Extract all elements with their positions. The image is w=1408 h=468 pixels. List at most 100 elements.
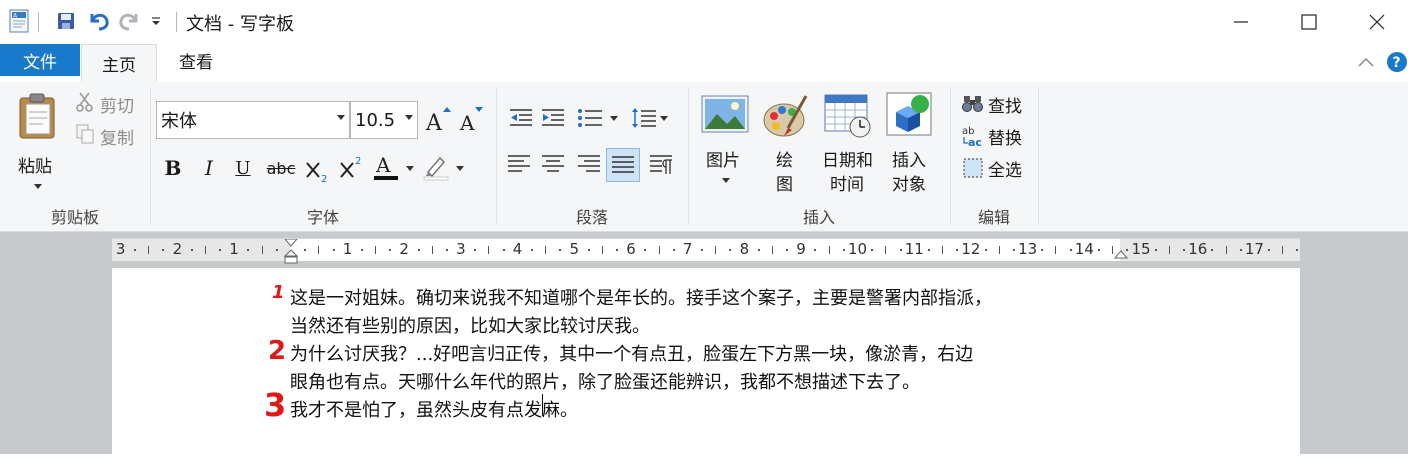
- replace-button[interactable]: ab ac 替换: [962, 124, 1032, 149]
- line-spacing-button[interactable]: [630, 106, 670, 130]
- text-color-button[interactable]: A: [372, 152, 418, 184]
- ruler[interactable]: 3 2 1 1 2 3 4 5 6 7 8 9 10 11 12 13 14 15 16 17: [112, 238, 1300, 264]
- ruler-number: 5: [569, 240, 580, 258]
- hanging-indent-icon[interactable]: [284, 249, 298, 265]
- ruler-dot: [275, 249, 278, 251]
- maximize-icon: [1301, 14, 1317, 30]
- ruler-dot: [1211, 249, 1214, 251]
- find-label: 查找: [988, 97, 1022, 117]
- select-all-label: 全选: [988, 161, 1022, 181]
- ruler-dot: [1097, 249, 1100, 251]
- redo-icon[interactable]: [116, 8, 144, 34]
- ruler-dot: [219, 249, 222, 251]
- increase-indent-button[interactable]: [540, 106, 566, 130]
- insert-object-button[interactable]: 插入 对象: [884, 92, 938, 195]
- ruler-dot: [1268, 249, 1271, 251]
- font-family-select[interactable]: 宋体: [156, 101, 350, 139]
- wordpad-app-icon[interactable]: A: [6, 8, 32, 34]
- ruler-dot: [1069, 249, 1072, 251]
- highlighter-icon: [423, 157, 449, 181]
- paint-drawing-button[interactable]: 绘 图: [760, 94, 812, 195]
- maximize-button[interactable]: [1274, 0, 1344, 44]
- ruler-number: 2: [172, 240, 183, 258]
- document-line: 为什么讨厌我？...好吧言归正传，其中一个有点丑，脸蛋左下方黑一块，像淤青，右边: [290, 344, 974, 365]
- ruler-number: 3: [115, 240, 126, 258]
- shrink-font-button[interactable]: A: [458, 104, 486, 135]
- ruler-dot: [417, 249, 420, 251]
- ruler-dot: [1012, 249, 1015, 251]
- italic-button[interactable]: I: [196, 154, 222, 182]
- justify-button[interactable]: [606, 148, 640, 182]
- help-icon[interactable]: ?: [1386, 51, 1408, 73]
- font-size-select[interactable]: 10.5: [350, 101, 418, 139]
- tab-home[interactable]: 主页: [81, 44, 157, 82]
- customize-quick-access-icon[interactable]: [148, 8, 164, 34]
- tab-view[interactable]: 查看: [160, 44, 232, 76]
- ruler-dot: [247, 249, 250, 251]
- ruler-number: 7: [682, 240, 693, 258]
- cut-button[interactable]: 剪切: [76, 92, 140, 117]
- ruler-tick: [998, 246, 1000, 254]
- ruler-dot: [899, 249, 902, 251]
- ruler-dot: [814, 249, 817, 251]
- svg-text:?: ?: [1393, 55, 1401, 71]
- bullet-list-button[interactable]: [576, 106, 620, 130]
- ruler-dot: [871, 249, 874, 251]
- svg-text:2: 2: [321, 174, 327, 184]
- paste-dropdown-icon[interactable]: [34, 184, 42, 189]
- ruler-dot: [757, 249, 760, 251]
- align-right-icon: [578, 155, 600, 172]
- align-left-button[interactable]: [506, 152, 532, 180]
- underline-button[interactable]: U: [230, 154, 256, 182]
- ruler-number: 16: [1188, 240, 1208, 258]
- chevron-down-icon: [405, 115, 413, 120]
- ruler-dot: [729, 249, 732, 251]
- minimize-button[interactable]: [1206, 0, 1276, 44]
- scissors-icon: [76, 92, 93, 112]
- bold-button[interactable]: B: [160, 154, 186, 182]
- ruler-tick: [658, 246, 660, 254]
- subscript-button[interactable]: 2: [304, 154, 332, 185]
- undo-icon[interactable]: [84, 8, 112, 34]
- grow-font-icon: A: [425, 107, 451, 136]
- collapse-ribbon-icon[interactable]: [1356, 52, 1376, 72]
- insert-datetime-button[interactable]: 日期和 时间: [820, 94, 876, 195]
- save-icon[interactable]: [52, 8, 80, 34]
- ruler-left-margin: [112, 239, 290, 261]
- ruler-number: 14: [1074, 240, 1094, 258]
- ruler-dot: [842, 249, 845, 251]
- select-all-button[interactable]: 全选: [962, 156, 1032, 181]
- close-button[interactable]: [1342, 0, 1408, 44]
- ruler-dot: [616, 249, 619, 251]
- chevron-down-icon: [610, 116, 618, 121]
- chevron-down-icon: [722, 178, 730, 183]
- svg-text:A: A: [459, 111, 475, 134]
- ruler-dot: [1296, 249, 1299, 251]
- decrease-indent-button[interactable]: [508, 106, 534, 130]
- right-indent-icon[interactable]: [1114, 249, 1128, 261]
- document-page[interactable]: 这是一对姐妹。确切来说我不知道哪个是年长的。接手这个案子，主要是警署内部指派， …: [112, 268, 1300, 468]
- tab-file[interactable]: 文件: [0, 44, 80, 76]
- grow-font-button[interactable]: A: [424, 104, 452, 136]
- ruler-tick: [1168, 246, 1170, 254]
- bullet-list-icon: [578, 109, 602, 127]
- find-button[interactable]: 查找: [962, 92, 1032, 117]
- ruler-dot: [332, 249, 335, 251]
- align-center-button[interactable]: [540, 152, 566, 180]
- align-right-button[interactable]: [576, 152, 602, 180]
- svg-text:ac: ac: [968, 136, 982, 148]
- ruler-tick: [204, 246, 206, 254]
- superscript-button[interactable]: 2: [338, 152, 366, 182]
- ruler-dot: [644, 249, 647, 251]
- picture-icon: [701, 95, 749, 133]
- superscript-icon: 2: [340, 156, 361, 178]
- paste-button[interactable]: 粘贴: [14, 90, 60, 190]
- paragraph-settings-button[interactable]: [648, 152, 674, 180]
- highlight-color-button[interactable]: [422, 152, 468, 184]
- copy-button[interactable]: 复制: [76, 124, 140, 149]
- paragraph-icon: [650, 155, 672, 174]
- ruler-tick: [771, 246, 773, 254]
- ruler-dot: [1041, 249, 1044, 251]
- strikethrough-button[interactable]: abc: [264, 154, 298, 182]
- insert-picture-button[interactable]: 图片: [698, 94, 752, 190]
